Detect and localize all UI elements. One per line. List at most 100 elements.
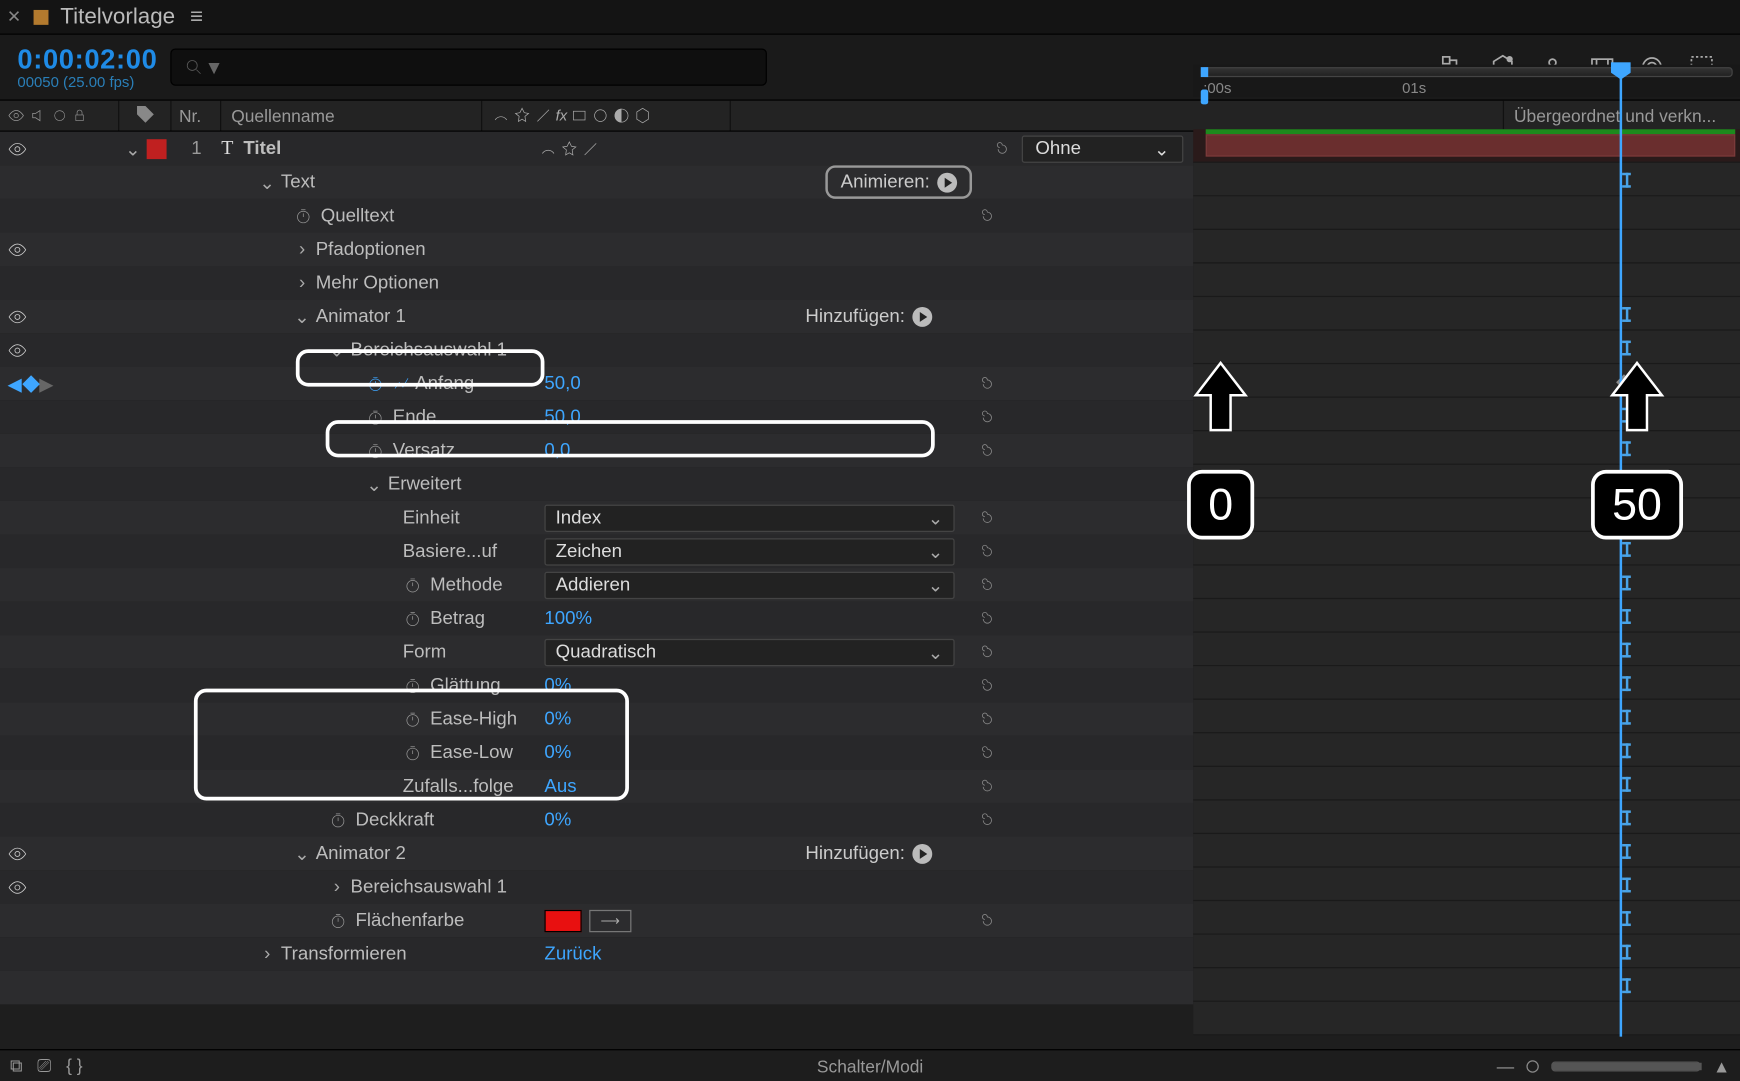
chevron-down-icon[interactable]: ⌄ [365, 473, 382, 495]
stopwatch-icon[interactable] [403, 575, 423, 595]
stopwatch-icon[interactable] [403, 608, 423, 628]
chevron-down-icon[interactable]: ⌄ [259, 171, 276, 193]
time-ruler[interactable]: :00s 01s [1193, 65, 1740, 97]
in-point-handle[interactable] [1201, 89, 1208, 104]
chevron-right-icon[interactable]: › [328, 876, 345, 897]
timecode-value[interactable]: 0:00:02:00 [17, 44, 157, 76]
pickwhip-icon[interactable] [987, 137, 1009, 159]
current-time[interactable]: 0:00:02:00 00050 (25.00 fps) [17, 44, 157, 91]
val-easehigh[interactable]: 0% [544, 709, 571, 730]
stopwatch-icon[interactable] [365, 374, 385, 394]
val-deckkraft[interactable]: 0% [544, 809, 571, 830]
val-ende[interactable]: 50,0 [544, 406, 580, 427]
val-versatz[interactable]: 0,0 [544, 440, 570, 461]
chevron-down-icon[interactable]: ⌄ [293, 842, 310, 864]
group-erweitert[interactable]: Erweitert [388, 474, 462, 495]
val-zufall[interactable]: Aus [544, 776, 576, 797]
eye-icon[interactable] [7, 843, 27, 863]
col-source[interactable]: Quellenname [221, 101, 482, 131]
playhead[interactable] [1620, 67, 1622, 1037]
zoom-out-icon[interactable]: — [1497, 1056, 1514, 1076]
stopwatch-icon[interactable] [365, 441, 385, 461]
stopwatch-icon[interactable] [403, 709, 423, 729]
zoom-slider[interactable] [1551, 1061, 1700, 1071]
brace-icon[interactable]: { } [66, 1055, 82, 1076]
chevron-right-icon[interactable]: › [293, 239, 310, 260]
panel-menu-icon[interactable]: ≡ [190, 4, 203, 30]
expression-icon[interactable] [972, 674, 994, 696]
eye-icon[interactable] [7, 306, 27, 326]
expression-icon[interactable] [972, 641, 994, 663]
expression-icon[interactable] [972, 708, 994, 730]
group-range2[interactable]: Bereichsauswahl 1 [351, 876, 508, 897]
fill-color-swatch[interactable] [544, 909, 581, 931]
keyframe-diamond[interactable] [1206, 374, 1222, 390]
expression-icon[interactable] [972, 775, 994, 797]
group-text[interactable]: Text [281, 172, 315, 193]
group-range1[interactable]: Bereichsauswahl 1 [351, 339, 508, 360]
group-transform[interactable]: Transformieren [281, 943, 407, 964]
prop-easelow[interactable]: Ease-Low [430, 742, 513, 763]
layer-name[interactable]: Titel [243, 138, 281, 159]
val-easelow[interactable]: 0% [544, 742, 571, 763]
expression-icon[interactable] [972, 607, 994, 629]
prop-quelltext[interactable]: Quelltext [321, 205, 395, 226]
graph-icon[interactable] [393, 375, 410, 392]
eye-icon[interactable] [7, 139, 27, 159]
timecode-frames[interactable]: 00050 (25.00 fps) [17, 73, 157, 90]
chevron-down-icon[interactable]: ⌄ [328, 339, 345, 361]
toggle-switches-icon[interactable]: ⧉ [10, 1055, 22, 1076]
expression-icon[interactable] [972, 406, 994, 428]
stopwatch-icon[interactable] [365, 407, 385, 427]
zoom-in-icon[interactable]: ▲ [1713, 1056, 1730, 1076]
prop-versatz[interactable]: Versatz [393, 440, 455, 461]
switches-modes-toggle[interactable]: Schalter/Modi [817, 1056, 923, 1076]
search-input[interactable]: ▾ [170, 48, 767, 85]
prop-basiere[interactable]: Basiere...uf [403, 541, 497, 562]
methode-dropdown[interactable]: Addieren⌄ [544, 571, 954, 598]
expression-icon[interactable] [972, 204, 994, 226]
chevron-down-icon[interactable]: ⌄ [293, 305, 310, 327]
expression-icon[interactable] [972, 809, 994, 831]
close-tab-button[interactable]: × [7, 4, 20, 30]
stopwatch-icon[interactable] [328, 810, 348, 830]
eye-icon[interactable] [7, 239, 27, 259]
prop-easehigh[interactable]: Ease-High [430, 709, 517, 730]
chevron-down-icon[interactable]: ⌄ [124, 137, 141, 159]
stopwatch-icon[interactable] [328, 910, 348, 930]
expression-icon[interactable] [972, 507, 994, 529]
layer-color-swatch[interactable] [147, 139, 167, 159]
comp-title[interactable]: Titelvorlage [60, 4, 175, 30]
group-animator2[interactable]: Animator 2 [316, 843, 406, 864]
expression-icon[interactable] [972, 741, 994, 763]
basiere-dropdown[interactable]: Zeichen⌄ [544, 538, 954, 565]
work-area-start-handle[interactable] [1201, 67, 1208, 77]
val-anfang[interactable]: 50,0 [544, 373, 580, 394]
prop-glaettung[interactable]: Glättung [430, 675, 501, 696]
val-betrag[interactable]: 100% [544, 608, 592, 629]
group-animator1[interactable]: Animator 1 [316, 306, 406, 327]
prop-fillcolor[interactable]: Flächenfarbe [355, 910, 464, 931]
prop-einheit[interactable]: Einheit [403, 507, 460, 528]
prop-anfang[interactable]: Anfang [415, 373, 474, 394]
keyframe-diamond[interactable] [1616, 374, 1632, 390]
add-button-2[interactable]: Hinzufügen: [805, 843, 932, 864]
group-pfad[interactable]: Pfadoptionen [316, 239, 426, 260]
zoom-level-icon[interactable] [1527, 1060, 1539, 1072]
expression-icon[interactable] [972, 909, 994, 931]
eye-icon[interactable] [7, 877, 27, 897]
eyedropper-icon[interactable]: ⟶ [589, 909, 631, 931]
expression-icon[interactable] [972, 439, 994, 461]
prop-betrag[interactable]: Betrag [430, 608, 485, 629]
expression-icon[interactable] [972, 540, 994, 562]
toggle-modes-icon[interactable]: ⎚ [37, 1055, 51, 1076]
group-mehr[interactable]: Mehr Optionen [316, 272, 439, 293]
prop-deckkraft[interactable]: Deckkraft [355, 809, 434, 830]
work-area-bar[interactable] [1201, 67, 1733, 77]
expression-icon[interactable] [972, 372, 994, 394]
chevron-right-icon[interactable]: › [259, 943, 276, 964]
stopwatch-icon[interactable] [403, 676, 423, 696]
expression-icon[interactable] [972, 574, 994, 596]
transform-reset[interactable]: Zurück [544, 943, 601, 964]
label-icon[interactable] [134, 103, 156, 129]
